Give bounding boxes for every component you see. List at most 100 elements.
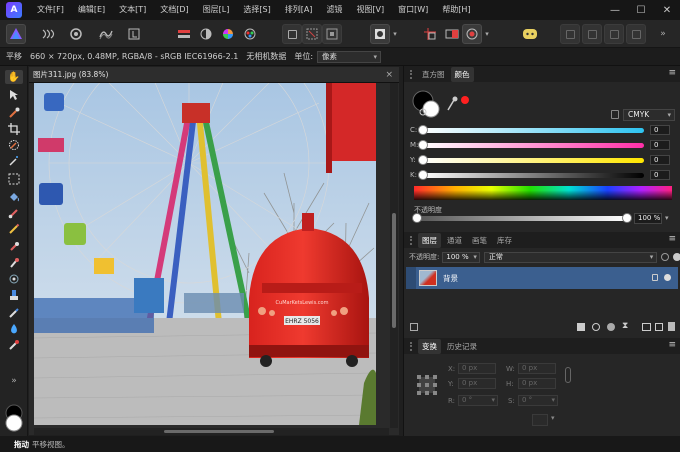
selection-brush-tool[interactable] <box>5 138 23 152</box>
layer-settings-icon[interactable] <box>673 253 680 261</box>
cyan-slider-knob[interactable] <box>418 124 428 135</box>
live-filter-icon[interactable] <box>607 323 615 331</box>
layer-effects-icon[interactable] <box>410 323 418 331</box>
blend-mode-select[interactable]: 正常 ▾ <box>483 251 658 263</box>
vertical-scroll-thumb[interactable] <box>392 213 396 328</box>
horizontal-scrollbar[interactable] <box>34 428 389 435</box>
panel-menu-icon[interactable]: ≡ <box>668 340 676 350</box>
horizontal-scroll-thumb[interactable] <box>164 430 274 433</box>
tab-channels[interactable]: 通道 <box>443 233 466 248</box>
blend-ranges-icon[interactable] <box>661 253 670 261</box>
lock-icon[interactable] <box>611 110 619 119</box>
red-eye-tool[interactable] <box>5 338 23 352</box>
panel-grip-icon[interactable] <box>410 341 415 351</box>
menu-document[interactable]: 文档[D] <box>153 0 195 20</box>
menu-edit[interactable]: 编辑[E] <box>71 0 112 20</box>
folder-icon[interactable] <box>642 323 651 331</box>
persona-extra-button[interactable] <box>520 24 540 44</box>
snapping-button[interactable] <box>420 24 440 44</box>
magenta-slider-knob[interactable] <box>418 139 428 150</box>
chevron-down-icon[interactable]: ▾ <box>665 214 669 222</box>
chevron-down-icon[interactable]: ▾ <box>551 414 555 422</box>
hourglass-icon[interactable]: ⧗ <box>622 321 628 331</box>
opacity-slider-knob[interactable] <box>622 213 632 223</box>
arrange-button-1[interactable] <box>560 24 580 44</box>
tab-brushes[interactable]: 画笔 <box>468 233 491 248</box>
close-document-icon[interactable]: × <box>385 70 393 80</box>
pixel-tool[interactable] <box>5 222 23 236</box>
y-field[interactable]: 0 px <box>458 378 496 389</box>
document-tab[interactable]: 图片311.jpg (83.8%) × <box>29 67 399 83</box>
add-layer-icon[interactable] <box>655 323 663 331</box>
brush-tool[interactable] <box>5 206 23 220</box>
yellow-value[interactable]: 0 <box>650 155 670 165</box>
layer-row[interactable]: 背景 <box>406 267 678 289</box>
menu-select[interactable]: 选择[S] <box>236 0 277 20</box>
toolbar-overflow-button[interactable]: » <box>656 24 670 44</box>
tab-history[interactable]: 历史记录 <box>443 339 481 354</box>
adjustment-icon[interactable] <box>592 323 600 331</box>
menu-arrange[interactable]: 排列[A] <box>278 0 320 20</box>
color-model-select[interactable]: CMYK ▾ <box>623 109 675 121</box>
levels-button[interactable] <box>174 24 194 44</box>
magenta-slider[interactable] <box>418 139 644 150</box>
tab-color[interactable]: 颜色 <box>450 66 474 82</box>
tab-stock[interactable]: 库存 <box>493 233 516 248</box>
liquify-persona-button[interactable] <box>38 24 58 44</box>
layer-expand-toggle[interactable] <box>406 267 416 289</box>
maximize-button[interactable]: ☐ <box>628 0 654 20</box>
h-field[interactable]: 0 px <box>518 378 556 389</box>
tone-mapping-persona-button[interactable] <box>96 24 116 44</box>
menu-help[interactable]: 帮助[H] <box>435 0 477 20</box>
minimize-button[interactable]: — <box>602 0 628 20</box>
flood-select-tool[interactable] <box>5 154 23 168</box>
cyan-slider[interactable] <box>418 124 644 135</box>
layer-opacity-field[interactable]: 100 % ▾ <box>442 251 480 263</box>
tab-layers[interactable]: 图层 <box>418 232 441 248</box>
vertical-scrollbar[interactable] <box>390 83 398 428</box>
unit-select[interactable]: 像素 ▾ <box>317 50 382 63</box>
photo-persona-button[interactable] <box>6 24 26 44</box>
color-spectrum[interactable] <box>414 186 672 200</box>
x-field[interactable]: 0 px <box>458 363 496 374</box>
rotation-field[interactable]: 0 ° ▾ <box>458 395 498 406</box>
anchor-point-selector[interactable] <box>416 374 438 396</box>
export-persona-button[interactable] <box>124 24 144 44</box>
key-value[interactable]: 0 <box>650 170 670 180</box>
marquee-tool[interactable] <box>5 172 23 186</box>
color-well[interactable] <box>4 404 24 432</box>
panel-menu-icon[interactable]: ≡ <box>668 234 676 244</box>
selection-mode-button[interactable] <box>282 24 302 44</box>
clone-tool[interactable] <box>5 256 23 270</box>
menu-filters[interactable]: 滤镜 <box>319 0 349 20</box>
auto-white-balance-button[interactable] <box>240 24 260 44</box>
opacity-slider-start-knob[interactable] <box>412 213 422 223</box>
develop-persona-button[interactable] <box>66 24 86 44</box>
canvas-area[interactable]: EHRZ 5056 CuMarKetsLewis.com <box>29 83 399 435</box>
menu-text[interactable]: 文本[T] <box>112 0 153 20</box>
panel-grip-icon[interactable] <box>410 69 415 79</box>
crop-tool[interactable] <box>5 122 23 136</box>
panel-grip-icon[interactable] <box>410 235 415 245</box>
auto-color-button[interactable] <box>218 24 238 44</box>
magenta-value[interactable]: 0 <box>650 140 670 150</box>
delete-layer-icon[interactable] <box>668 322 675 331</box>
eyedropper-icon[interactable] <box>447 99 455 111</box>
transform-options-button[interactable] <box>532 414 548 426</box>
tab-histogram[interactable]: 直方图 <box>418 67 449 82</box>
menu-window[interactable]: 窗口[W] <box>391 0 435 20</box>
shear-field[interactable]: 0 ° ▾ <box>518 395 558 406</box>
quick-mask-dropdown[interactable]: ▾ <box>390 24 400 44</box>
photo-canvas[interactable]: EHRZ 5056 CuMarKetsLewis.com <box>34 83 376 425</box>
arrange-button-3[interactable] <box>604 24 624 44</box>
layer-visibility-icon[interactable] <box>664 274 671 281</box>
flood-fill-tool[interactable] <box>5 190 23 204</box>
menu-file[interactable]: 文件[F] <box>30 0 71 20</box>
fill-stroke-swatch[interactable] <box>412 90 472 120</box>
color-opacity-value[interactable]: 100 % <box>634 213 662 224</box>
cyan-value[interactable]: 0 <box>650 125 670 135</box>
panel-menu-icon[interactable]: ≡ <box>668 68 676 78</box>
yellow-slider[interactable] <box>418 154 644 165</box>
w-field[interactable]: 0 px <box>518 363 556 374</box>
tab-transform[interactable]: 变换 <box>418 338 441 354</box>
